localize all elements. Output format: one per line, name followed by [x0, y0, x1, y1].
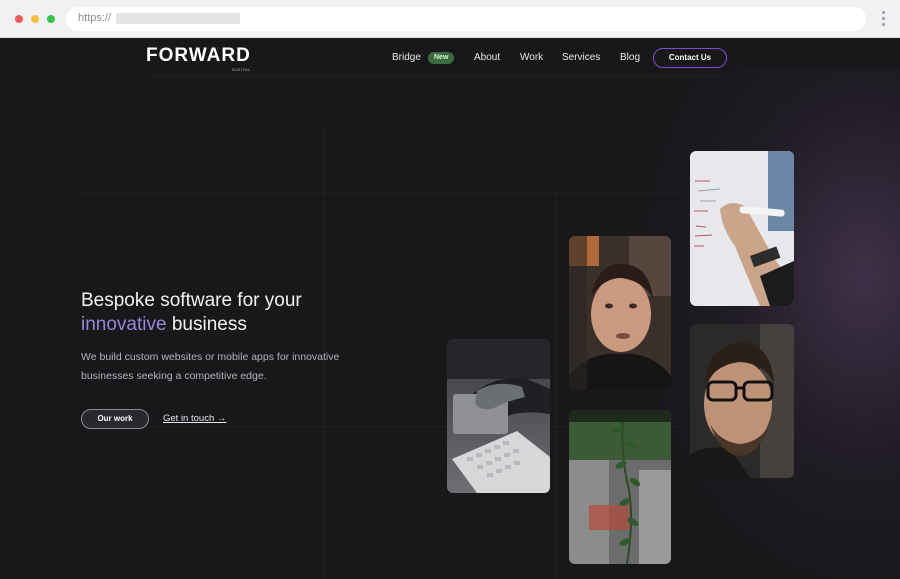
our-work-button[interactable]: Our work	[81, 409, 149, 429]
hero-subheadline: We build custom websites or mobile apps …	[81, 351, 340, 382]
photo-man-smiling	[569, 236, 671, 390]
headline-line-2-rest: business	[166, 314, 247, 335]
maximize-window-icon[interactable]	[47, 15, 55, 23]
grid-line	[555, 188, 556, 579]
photo-whiteboard-writing	[690, 151, 794, 306]
brand-name: FORWARD	[146, 45, 251, 66]
photo-hand-keyboard	[447, 339, 550, 493]
nav-item-about[interactable]: About	[474, 52, 500, 63]
browser-toolbar: https://	[0, 0, 900, 38]
headline-line-2: innovative business	[81, 313, 401, 337]
brand-logo[interactable]: FORWARD DIGITAL	[146, 45, 251, 73]
headline-line-1: Bespoke software for your	[81, 290, 302, 311]
minimize-window-icon[interactable]	[31, 15, 39, 23]
url-redacted	[116, 13, 240, 24]
nav-item-bridge[interactable]: Bridge	[392, 52, 421, 63]
address-bar[interactable]: https://	[66, 7, 866, 31]
close-window-icon[interactable]	[15, 15, 23, 23]
brand-subtitle: DIGITAL	[232, 67, 251, 72]
hero-headline: Bespoke software for your innovative bus…	[81, 289, 401, 337]
get-in-touch-link[interactable]: Get in touch →	[163, 413, 226, 424]
nav-item-blog[interactable]: Blog	[620, 52, 640, 63]
nav-divider	[146, 76, 726, 77]
browser-menu-icon[interactable]	[882, 11, 886, 29]
website-viewport: FORWARD DIGITAL Bridge New About Work Se…	[0, 38, 900, 579]
grid-line	[80, 193, 680, 194]
url-prefix: https://	[78, 12, 112, 24]
contact-us-button[interactable]: Contact Us	[653, 48, 727, 68]
nav-item-services[interactable]: Services	[562, 52, 600, 63]
photo-man-glasses	[690, 324, 794, 478]
photo-plant	[569, 410, 671, 564]
headline-accent: innovative	[81, 314, 167, 335]
new-badge: New	[428, 52, 455, 64]
nav-item-work[interactable]: Work	[520, 52, 543, 63]
